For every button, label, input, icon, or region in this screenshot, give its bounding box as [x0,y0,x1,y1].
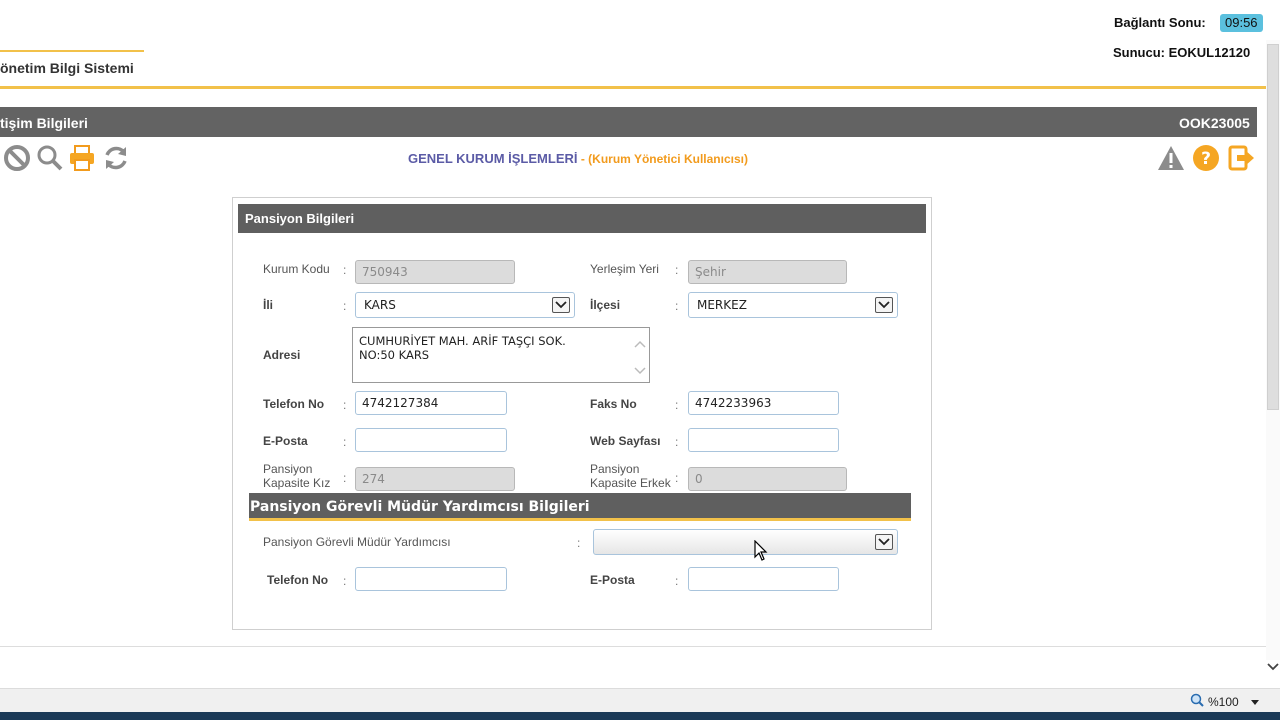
content-bottom-divider [0,646,1266,647]
colon: : [675,299,679,313]
il-select[interactable]: KARS [355,292,575,318]
cancel-icon[interactable] [2,143,32,173]
yerlesim-yeri-label: Yerleşim Yeri [590,262,659,276]
server-label: Sunucu: EOKUL12120 [1113,45,1251,60]
colon: : [343,263,347,277]
connection-time-badge: 09:56 [1220,14,1263,32]
operations-title: GENEL KURUM İŞLEMLERİ - (Kurum Yönetici … [408,151,748,166]
telefon-label: Telefon No [263,397,325,411]
kapasite-kiz-label: Pansiyon Kapasite Kız [263,462,330,490]
svg-text:?: ? [1201,149,1211,169]
mouse-cursor-icon [754,539,768,567]
eposta-label: E-Posta [263,434,308,448]
adres-textarea[interactable]: CUMHURİYET MAH. ARİF TAŞÇI SOK. NO:50 KA… [352,327,650,383]
kurum-kodu-label: Kurum Kodu [263,262,330,276]
ilce-label: İlçesi [590,298,621,312]
mudur-telefon-field[interactable] [355,567,507,591]
mudur-select[interactable] [593,529,898,555]
colon: : [675,435,679,449]
kapasite-kiz-field: 274 [355,467,515,491]
chevron-down-icon[interactable] [1250,695,1259,709]
eposta-field[interactable] [355,428,507,452]
colon: : [343,299,347,313]
kapasite-erkek-label: Pansiyon Kapasite Erkek [590,462,671,490]
colon: : [577,536,581,550]
ilce-select[interactable]: MERKEZ [688,292,898,318]
mudur-eposta-field[interactable] [688,567,839,591]
title-bar [0,107,1257,137]
page-code: OOK23005 [1179,115,1250,131]
chevron-down-icon[interactable] [875,534,893,550]
colon: : [343,574,347,588]
operations-subtitle: (Kurum Yönetici Kullanıcısı) [588,152,748,166]
web-sayfasi-field[interactable] [688,428,839,452]
os-taskbar [0,712,1280,720]
app-name: önetim Bilgi Sistemi [0,60,134,76]
ilce-select-value: MERKEZ [697,298,747,312]
telefon-field[interactable]: 4742127384 [355,391,507,415]
header-divider [0,86,1266,89]
search-icon[interactable] [35,143,65,173]
colon: : [343,435,347,449]
colon: : [675,398,679,412]
adres-text: CUMHURİYET MAH. ARİF TAŞÇI SOK. NO:50 KA… [359,334,566,362]
connection-label: Bağlantı Sonu: [1114,15,1206,30]
operations-separator: - [577,152,589,166]
zoom-icon [1190,693,1204,710]
mudur-eposta-label: E-Posta [590,573,635,587]
colon: : [675,574,679,588]
chevron-down-icon[interactable] [552,297,570,313]
panel-title: Pansiyon Bilgileri [245,211,355,226]
page-title: tişim Bilgileri [0,115,88,131]
print-icon[interactable] [67,143,97,173]
kapasite-kiz-label-line1: Pansiyon [263,462,313,476]
chevron-down-icon[interactable] [875,297,893,313]
operations-title-text: GENEL KURUM İŞLEMLERİ [408,151,578,166]
il-label: İli [263,298,274,312]
kapasite-erkek-label-line2: Kapasite Erkek [590,476,671,490]
scroll-down-icon[interactable] [634,362,646,380]
kapasite-kiz-label-line2: Kapasite Kız [263,476,331,490]
exit-icon[interactable] [1226,143,1256,173]
web-sayfasi-label: Web Sayfası [590,434,661,448]
help-icon[interactable]: ? [1191,143,1221,173]
kurum-kodu-field: 750943 [355,260,515,284]
warning-icon[interactable] [1156,143,1186,173]
mudur-label: Pansiyon Görevli Müdür Yardımcısı [263,535,451,549]
adres-label: Adresi [263,348,301,362]
yerlesim-yeri-field: Şehir [688,260,847,284]
refresh-icon[interactable] [101,143,131,173]
page-scrollbar-thumb[interactable] [1267,44,1279,410]
section-title: Pansiyon Görevli Müdür Yardımcısı Bilgil… [250,499,590,515]
scroll-down-icon[interactable] [1266,660,1280,678]
colon: : [675,263,679,277]
faks-field[interactable]: 4742233963 [688,391,839,415]
colon: : [343,398,347,412]
colon: : [675,471,679,485]
mudur-telefon-label: Telefon No [267,573,329,587]
faks-label: Faks No [590,397,637,411]
scroll-up-icon[interactable] [634,335,646,353]
zoom-level: %100 [1208,694,1239,709]
kapasite-erkek-label-line1: Pansiyon [590,462,640,476]
header-accent-line [0,50,144,52]
kapasite-erkek-field: 0 [688,467,847,491]
il-select-value: KARS [364,298,396,312]
status-bar [0,688,1280,712]
zoom-control[interactable]: %100 [1190,693,1259,710]
colon: : [343,471,347,485]
